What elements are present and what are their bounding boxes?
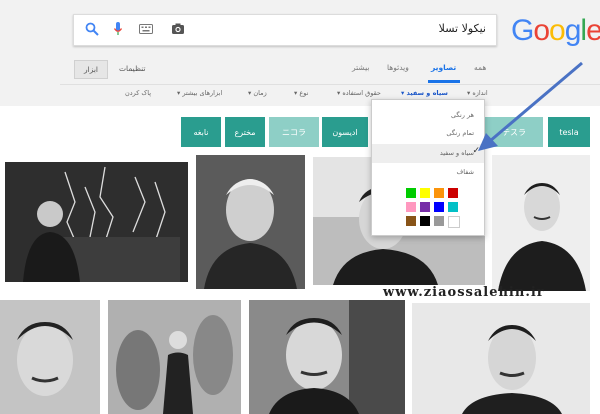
tool-color[interactable]: سیاه و سفید ▾ bbox=[401, 89, 448, 97]
search-query-text: نیکولا تسلا bbox=[438, 22, 486, 35]
color-swatch[interactable] bbox=[448, 216, 460, 228]
tab-videos[interactable]: ویدئوها bbox=[387, 63, 409, 72]
search-icon[interactable] bbox=[84, 21, 100, 37]
dropdown-item-transparent[interactable]: شفاف bbox=[457, 168, 474, 176]
search-input[interactable]: نیکولا تسلا bbox=[73, 14, 497, 46]
color-swatch[interactable] bbox=[434, 216, 444, 226]
watermark-text: www.ziaossalehin.ir bbox=[383, 285, 545, 300]
annotation-arrow bbox=[478, 61, 583, 151]
microphone-icon[interactable] bbox=[110, 21, 126, 37]
image-result[interactable] bbox=[249, 300, 405, 414]
tool-type[interactable]: نوع ▾ bbox=[294, 89, 308, 97]
color-swatch[interactable] bbox=[406, 188, 416, 198]
color-swatch[interactable] bbox=[448, 202, 458, 212]
image-result[interactable] bbox=[196, 155, 305, 289]
camera-icon[interactable] bbox=[170, 21, 186, 37]
image-result[interactable] bbox=[412, 303, 590, 414]
chip-edison[interactable]: ادیسون bbox=[322, 117, 368, 147]
chip-nikola-japanese[interactable]: ニコラ bbox=[269, 117, 319, 147]
color-swatch[interactable] bbox=[434, 202, 444, 212]
color-swatch[interactable] bbox=[420, 216, 430, 226]
image-result[interactable] bbox=[492, 155, 590, 291]
image-result[interactable] bbox=[0, 300, 100, 414]
chip-genius[interactable]: نابغه bbox=[181, 117, 221, 147]
settings-link[interactable]: تنظیمات bbox=[119, 64, 145, 73]
active-tab-indicator bbox=[428, 80, 460, 83]
color-swatch[interactable] bbox=[448, 188, 458, 198]
image-result[interactable] bbox=[108, 300, 241, 414]
color-swatch[interactable] bbox=[420, 202, 430, 212]
chip-inventor[interactable]: مخترع bbox=[225, 117, 265, 147]
image-result[interactable] bbox=[5, 162, 188, 282]
color-swatch[interactable] bbox=[406, 202, 416, 212]
color-swatch[interactable] bbox=[434, 188, 444, 198]
tools-button[interactable]: ابزار bbox=[74, 60, 108, 79]
tool-usage-rights[interactable]: حقوق استفاده ▾ bbox=[337, 89, 381, 97]
tab-more[interactable]: بیشتر bbox=[352, 63, 369, 72]
tool-clear[interactable]: پاک کردن bbox=[125, 89, 151, 97]
color-swatch[interactable] bbox=[406, 216, 416, 226]
keyboard-icon[interactable] bbox=[138, 21, 154, 37]
tab-images[interactable]: تصاویر bbox=[431, 63, 456, 72]
google-logo[interactable]: Google bbox=[511, 14, 600, 48]
tool-time[interactable]: زمان ▾ bbox=[248, 89, 267, 97]
color-swatch[interactable] bbox=[420, 188, 430, 198]
tool-more-tools[interactable]: ابزارهای بیشتر ▾ bbox=[177, 89, 222, 97]
